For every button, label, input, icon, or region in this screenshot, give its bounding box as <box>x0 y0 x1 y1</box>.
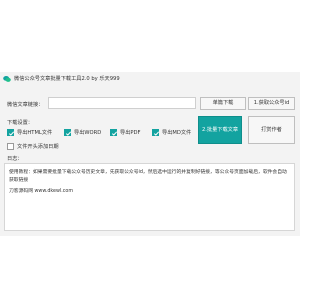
download-settings-label: 下载设置： <box>7 120 33 126</box>
check-icon <box>153 131 160 136</box>
donate-button[interactable]: 打赏作者 <box>248 116 295 144</box>
single-download-button[interactable]: 单篇下载 <box>200 97 246 110</box>
app-window: 微信公众号文章批量下载工具2.0 by 乐天999 微信文章链接： 单篇下载 1… <box>0 72 300 236</box>
app-chat-icon <box>3 76 11 82</box>
log-line: 刀客源码网 www.dkewl.com <box>9 189 73 194</box>
prepend-date-checkbox[interactable] <box>7 143 14 150</box>
export-md-checkbox[interactable] <box>152 129 160 136</box>
log-line: 使用教程：如果需要批量下载公众号历史文章，先获取公众号id，然后选中运行的并复制… <box>9 170 287 183</box>
export-html-checkbox[interactable] <box>7 129 15 136</box>
check-icon <box>65 131 72 136</box>
article-url-input[interactable] <box>48 97 196 109</box>
export-pdf-label: 导出PDF <box>120 130 141 136</box>
window-title: 微信公众号文章批量下载工具2.0 by 乐天999 <box>14 76 120 82</box>
title-bar: 微信公众号文章批量下载工具2.0 by 乐天999 <box>0 72 300 86</box>
check-icon <box>8 131 15 136</box>
check-icon <box>111 131 118 136</box>
get-account-id-button[interactable]: 1.获取公众号id <box>248 97 295 110</box>
prepend-date-label: 文件开头添加日期 <box>17 144 59 150</box>
article-url-label: 微信文章链接： <box>7 102 44 108</box>
export-pdf-checkbox[interactable] <box>110 129 118 136</box>
log-label: 日志： <box>7 156 23 162</box>
export-word-checkbox[interactable] <box>64 129 72 136</box>
export-md-label: 导出MD文件 <box>162 130 192 136</box>
batch-download-button[interactable]: 2.批量下载文章 <box>198 116 242 144</box>
export-html-label: 导出HTML文件 <box>17 130 53 136</box>
log-area[interactable]: 使用教程：如果需要批量下载公众号历史文章，先获取公众号id，然后选中运行的并复制… <box>4 163 295 231</box>
export-word-label: 导出WORD <box>74 130 102 136</box>
